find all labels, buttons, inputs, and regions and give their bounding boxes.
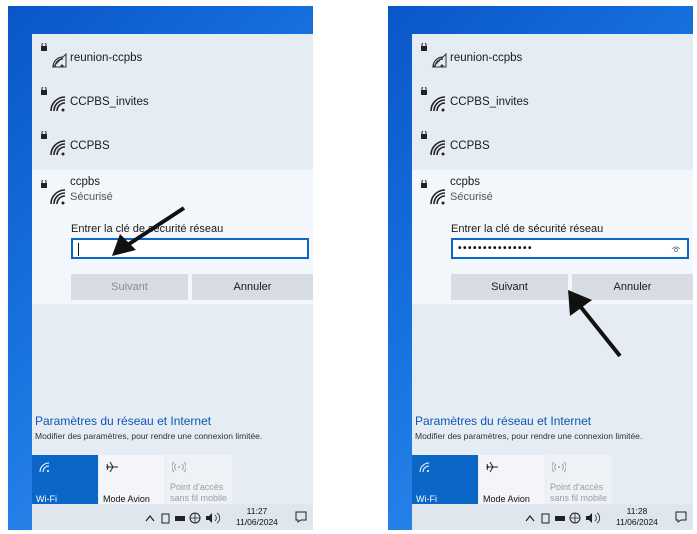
- lock-wifi-icon: [41, 131, 66, 156]
- battery-icon: [555, 516, 565, 521]
- network-name: CCPBS_invites: [450, 96, 529, 108]
- tile-label: Wi-Fi: [36, 494, 57, 504]
- eye-icon[interactable]: [671, 244, 681, 254]
- chevron-up-icon: [145, 515, 155, 522]
- screenshot-left: reunion-ccpbs CCPBS_invites CCPBS ccpbs …: [8, 6, 313, 530]
- tile-label: Point d'accès sans fil mobile: [170, 482, 227, 504]
- network-name: CCPBS_invites: [70, 96, 149, 108]
- tile-label: Mode Avion: [483, 494, 530, 504]
- network-status: Sécurisé: [70, 191, 113, 203]
- network-settings-link[interactable]: Paramètres du réseau et Internet: [415, 414, 591, 428]
- security-key-label: Entrer la clé de sécurité réseau: [451, 223, 604, 235]
- tile-label-line2: sans fil mobile: [170, 493, 228, 503]
- network-item-reunion-ccpbs[interactable]: reunion-ccpbs: [32, 36, 313, 80]
- wifi-toggle-tile[interactable]: Wi-Fi: [32, 455, 98, 507]
- notification-icon[interactable]: [295, 511, 307, 523]
- network-name: ccpbs: [70, 176, 101, 188]
- text-caret: [78, 243, 79, 256]
- clock-time: 11:27: [246, 506, 268, 516]
- wifi-toggle-tile[interactable]: Wi-Fi: [412, 455, 478, 507]
- lock-wifi-icon: [421, 43, 447, 68]
- network-item-ccpbs-invites[interactable]: CCPBS_invites: [412, 80, 693, 124]
- airplane-icon: [486, 461, 498, 473]
- next-button[interactable]: Suivant: [451, 274, 568, 300]
- lock-wifi-icon: [421, 131, 446, 156]
- network-flyout: reunion-ccpbs CCPBS_invites CCPBS ccpbs …: [32, 34, 313, 508]
- system-tray-icons: [145, 512, 221, 524]
- tile-label: Point d'accès sans fil mobile: [550, 482, 607, 504]
- network-name: ccpbs: [450, 176, 481, 188]
- speaker-icon: [586, 513, 592, 523]
- hotspot-icon: [172, 461, 186, 473]
- mobile-hotspot-tile[interactable]: Point d'accès sans fil mobile: [166, 455, 232, 507]
- next-button[interactable]: Suivant: [71, 274, 188, 300]
- network-name: CCPBS: [450, 140, 490, 152]
- clock-time: 11:28: [626, 506, 648, 516]
- tile-label-line2: sans fil mobile: [550, 493, 608, 503]
- taskbar: 11:27 11/06/2024: [32, 504, 313, 530]
- network-flyout: reunion-ccpbs CCPBS_invites CCPBS ccpbs …: [412, 34, 693, 508]
- tile-label: Mode Avion: [103, 494, 150, 504]
- network-item-ccpbs-invites[interactable]: CCPBS_invites: [32, 80, 313, 124]
- network-settings-link[interactable]: Paramètres du réseau et Internet: [35, 414, 211, 428]
- airplane-mode-tile[interactable]: Mode Avion: [99, 455, 165, 507]
- masked-password: •••••••••••••••: [458, 243, 534, 254]
- notification-icon[interactable]: [675, 511, 687, 523]
- arrow-pointer: [568, 290, 622, 358]
- wifi-icon: [419, 462, 430, 473]
- airplane-mode-tile[interactable]: Mode Avion: [479, 455, 545, 507]
- mobile-hotspot-tile[interactable]: Point d'accès sans fil mobile: [546, 455, 612, 507]
- lock-wifi-icon: [421, 180, 446, 205]
- network-item-ccpbs-expanded[interactable]: ccpbs Sécurisé Entrer la clé de sécurité…: [412, 170, 693, 304]
- touchpad-icon: [541, 513, 550, 524]
- network-item-ccpbs-upper[interactable]: CCPBS: [32, 124, 313, 168]
- network-settings-subtitle: Modifier des paramètres, pour rendre une…: [35, 431, 263, 441]
- security-key-input[interactable]: •••••••••••••••: [451, 238, 689, 259]
- arrow-pointer: [112, 206, 186, 256]
- chevron-up-icon: [525, 515, 535, 522]
- tile-label: Wi-Fi: [416, 494, 437, 504]
- tile-label-line1: Point d'accès: [550, 482, 604, 492]
- clock[interactable]: 11:27 11/06/2024: [236, 506, 278, 528]
- lock-wifi-icon: [41, 180, 66, 205]
- battery-icon: [175, 516, 185, 521]
- network-item-reunion-ccpbs[interactable]: reunion-ccpbs: [412, 36, 693, 80]
- network-name: reunion-ccpbs: [450, 52, 523, 64]
- hotspot-icon: [552, 461, 566, 473]
- network-name: CCPBS: [70, 140, 110, 152]
- network-name: reunion-ccpbs: [70, 52, 143, 64]
- touchpad-icon: [161, 513, 170, 524]
- clock[interactable]: 11:28 11/06/2024: [616, 506, 658, 528]
- lock-wifi-icon: [41, 43, 67, 68]
- tile-label-line1: Point d'accès: [170, 482, 224, 492]
- network-status: Sécurisé: [450, 191, 493, 203]
- screenshot-right: reunion-ccpbs CCPBS_invites CCPBS ccpbs …: [388, 6, 693, 530]
- clock-date: 11/06/2024: [236, 517, 278, 527]
- airplane-icon: [106, 461, 118, 473]
- taskbar: 11:28 11/06/2024: [412, 504, 693, 530]
- network-item-ccpbs-upper[interactable]: CCPBS: [412, 124, 693, 168]
- cancel-button[interactable]: Annuler: [192, 274, 313, 300]
- lock-wifi-icon: [421, 87, 446, 112]
- clock-date: 11/06/2024: [616, 517, 658, 527]
- system-tray-icons: [525, 512, 601, 524]
- lock-wifi-icon: [41, 87, 66, 112]
- wifi-icon: [39, 462, 50, 473]
- network-settings-subtitle: Modifier des paramètres, pour rendre une…: [415, 431, 643, 441]
- speaker-icon: [206, 513, 212, 523]
